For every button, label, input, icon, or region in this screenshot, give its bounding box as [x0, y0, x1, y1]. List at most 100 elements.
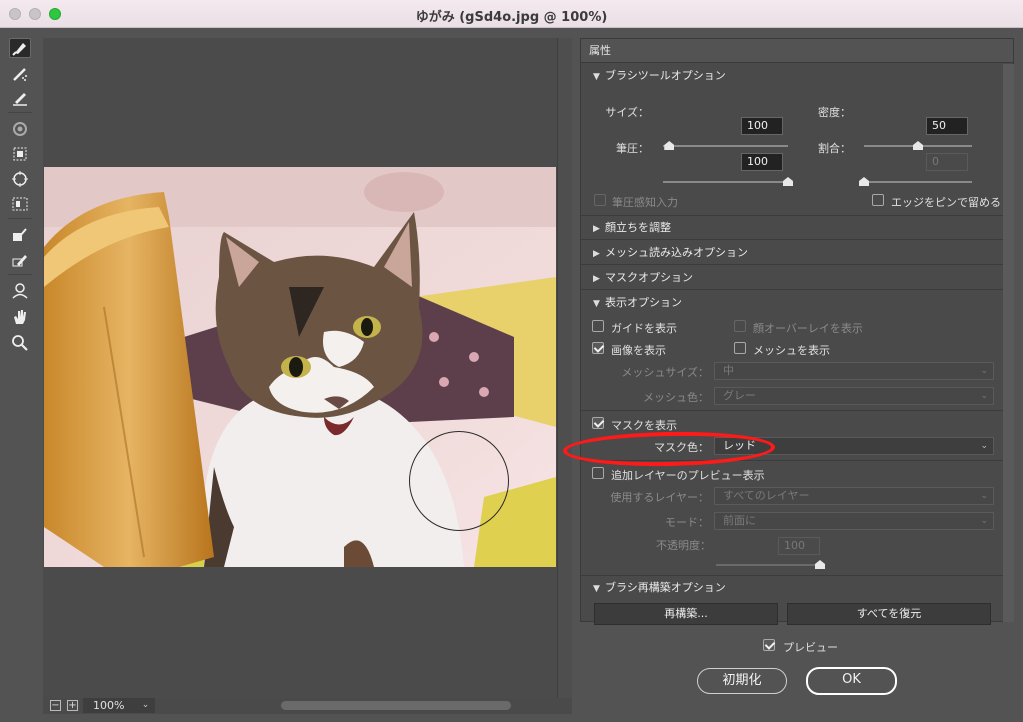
mesh-color-value: グレー: [723, 389, 756, 402]
size-slider-track[interactable]: [663, 145, 788, 147]
pressure-slider-track[interactable]: [663, 181, 788, 183]
density-label: 密度：: [818, 106, 851, 119]
rate-slider-thumb[interactable]: [859, 177, 869, 186]
triangle-down-icon: ▼: [593, 72, 600, 82]
triangle-right-icon: ▶: [593, 274, 600, 284]
triangle-down-icon: ▼: [593, 584, 600, 594]
tool-separator: [8, 218, 32, 219]
show-mesh-checkbox[interactable]: [734, 342, 746, 354]
size-input[interactable]: 100: [741, 117, 783, 135]
section-brush-reconstruct-options[interactable]: ▼ ブラシ再構築オプション: [581, 576, 1003, 600]
triangle-down-icon: ▼: [593, 299, 600, 309]
section-title: メッシュ読み込みオプション: [605, 246, 748, 259]
show-guides-checkbox[interactable]: [592, 320, 604, 332]
ok-button[interactable]: OK: [806, 667, 897, 695]
show-face-overlay-checkbox: [734, 320, 746, 332]
tool-panel: [0, 28, 40, 722]
bloat-tool-icon[interactable]: [9, 169, 31, 189]
section-view-options[interactable]: ▼ 表示オプション: [581, 291, 1003, 315]
section-title: 表示オプション: [605, 296, 682, 309]
show-guides-label: ガイドを表示: [611, 322, 677, 335]
window-title: ゆがみ (gSd4o.jpg @ 100%): [415, 10, 608, 25]
horizontal-scrollbar-thumb[interactable]: [281, 701, 511, 710]
mesh-size-value: 中: [723, 364, 734, 377]
chevron-down-icon: ⌄: [980, 441, 988, 451]
use-layer-select: すべてのレイヤー ⌄: [714, 487, 994, 505]
hand-tool-icon[interactable]: [9, 307, 31, 327]
zoom-tool-icon[interactable]: [9, 333, 31, 353]
brush-cursor: [409, 431, 509, 531]
pressure-input[interactable]: 100: [741, 153, 783, 171]
section-title: マスクオプション: [605, 271, 693, 284]
pressure-label: 筆圧：: [616, 142, 649, 155]
chevron-down-icon[interactable]: ⌄: [138, 698, 153, 713]
push-left-tool-icon[interactable]: [9, 194, 31, 214]
face-tool-icon[interactable]: [9, 281, 31, 301]
triangle-right-icon: ▶: [593, 249, 600, 259]
chevron-down-icon: ⌄: [980, 491, 988, 501]
vertical-scrollbar[interactable]: [557, 38, 572, 698]
pin-edges-checkbox[interactable]: [872, 194, 884, 206]
section-mask-options[interactable]: ▶ マスクオプション: [581, 266, 1003, 290]
opacity-slider-track: [716, 564, 820, 566]
density-slider-thumb[interactable]: [913, 141, 923, 150]
chevron-down-icon: ⌄: [980, 516, 988, 526]
show-image-checkbox[interactable]: [592, 342, 604, 354]
panel-scrollbar[interactable]: [1003, 64, 1014, 622]
thaw-mask-tool-icon[interactable]: [9, 250, 31, 270]
opacity-slider-thumb: [815, 560, 825, 569]
divider: [581, 410, 1003, 411]
mode-label: モード：: [665, 516, 709, 529]
pucker-tool-icon[interactable]: [9, 144, 31, 164]
tool-separator: [8, 274, 32, 275]
mesh-color-select: グレー ⌄: [714, 387, 994, 405]
section-title: 顔立ちを調整: [605, 221, 671, 234]
chevron-down-icon: ⌄: [980, 391, 988, 401]
mesh-size-label: メッシュサイズ：: [621, 366, 709, 379]
properties-panel: 属性 ▼ ブラシツールオプション サイズ： 100 密度： 50 筆圧： 100 …: [580, 38, 1014, 625]
reconstruct-tool-icon[interactable]: [9, 64, 31, 84]
tool-separator: [8, 112, 32, 113]
zoom-in-button[interactable]: +: [67, 700, 78, 711]
title-bar: ゆがみ (gSd4o.jpg @ 100%): [0, 0, 1023, 28]
density-input[interactable]: 50: [926, 117, 968, 135]
stylus-pressure-checkbox: [594, 194, 606, 206]
rate-label: 割合：: [818, 142, 851, 155]
show-image-label: 画像を表示: [611, 344, 666, 357]
section-title: ブラシツールオプション: [605, 69, 726, 82]
section-brush-tool-options[interactable]: ▼ ブラシツールオプション: [581, 64, 1003, 88]
restore-all-button[interactable]: すべてを復元: [787, 603, 991, 625]
stylus-pressure-label: 筆圧感知入力: [612, 196, 678, 209]
zoom-out-button[interactable]: −: [50, 700, 61, 711]
freeze-mask-tool-icon[interactable]: [9, 225, 31, 245]
twirl-clockwise-tool-icon[interactable]: [9, 119, 31, 139]
smooth-tool-icon[interactable]: [9, 88, 31, 108]
show-backdrop-label: 追加レイヤーのプレビュー表示: [611, 469, 765, 482]
section-face-aware[interactable]: ▶ 顔立ちを調整: [581, 216, 1003, 240]
show-backdrop-checkbox[interactable]: [592, 467, 604, 479]
show-mesh-label: メッシュを表示: [753, 344, 830, 357]
show-mask-checkbox[interactable]: [592, 417, 604, 429]
rate-input: 0: [926, 153, 968, 171]
mode-select: 前面に ⌄: [714, 512, 994, 530]
pressure-slider-thumb[interactable]: [783, 177, 793, 186]
pin-edges-label: エッジをピンで留める: [891, 196, 1001, 209]
show-face-overlay-label: 顔オーバーレイを表示: [753, 322, 863, 335]
reset-button[interactable]: 初期化: [697, 668, 787, 694]
size-slider-thumb[interactable]: [664, 141, 675, 150]
reconstruct-button[interactable]: 再構築...: [594, 603, 778, 625]
forward-warp-tool-icon[interactable]: [9, 38, 31, 58]
chevron-down-icon: ⌄: [980, 366, 988, 376]
triangle-right-icon: ▶: [593, 224, 600, 234]
section-load-mesh-options[interactable]: ▶ メッシュ読み込みオプション: [581, 241, 1003, 265]
panel-title: 属性: [581, 39, 1013, 63]
preview-checkbox[interactable]: [763, 639, 775, 651]
rate-slider-track[interactable]: [864, 181, 972, 183]
use-layer-label: 使用するレイヤー：: [610, 491, 709, 504]
zoom-bar: − + 100% ⌄: [43, 698, 572, 714]
mode-value: 前面に: [723, 514, 756, 527]
opacity-input: 100: [778, 537, 820, 555]
mesh-size-select: 中 ⌄: [714, 362, 994, 380]
opacity-label: 不透明度：: [656, 539, 711, 552]
use-layer-value: すべてのレイヤー: [723, 489, 810, 502]
